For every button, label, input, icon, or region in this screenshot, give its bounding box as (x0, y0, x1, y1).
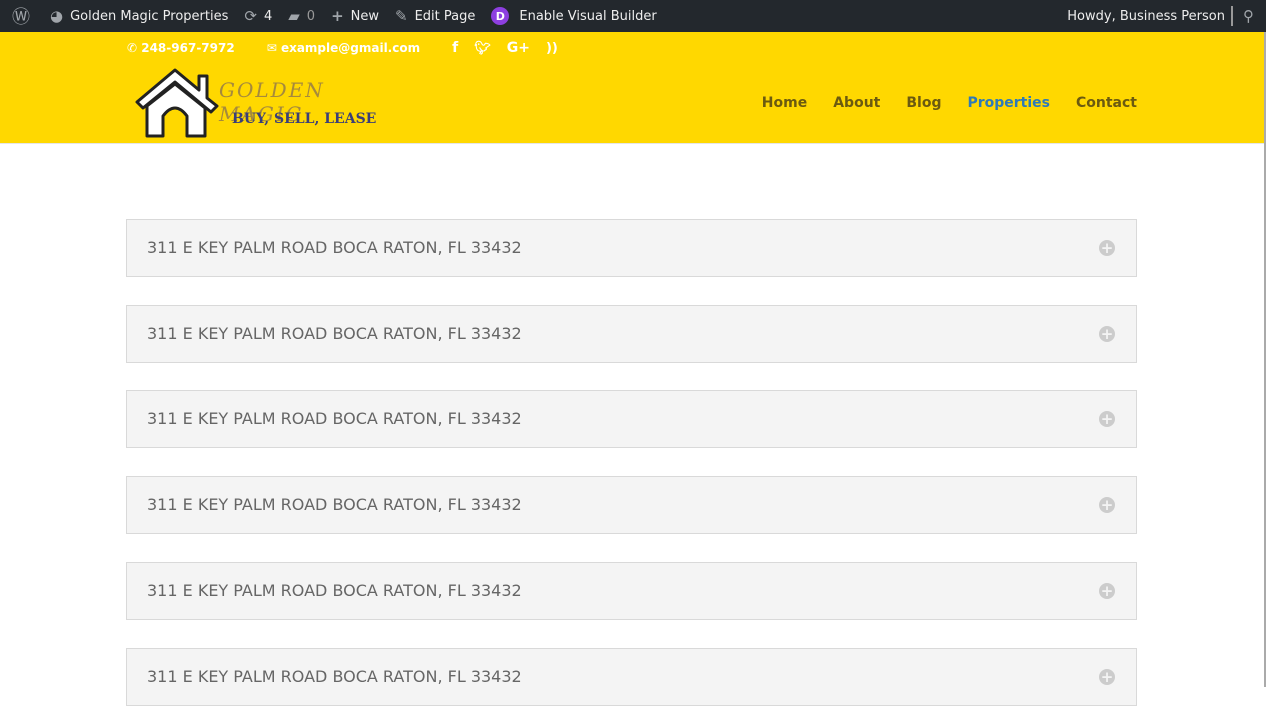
pencil-icon: ✎ (395, 7, 408, 25)
edit-label: Edit Page (414, 8, 476, 24)
site-header: ✆ 248-967-7972 ✉ example@gmail.com f 🐦︎ … (0, 32, 1264, 144)
nav-properties[interactable]: Properties (967, 95, 1050, 111)
accordion-item[interactable]: 311 E KEY PALM ROAD BOCA RATON, FL 33432… (126, 562, 1137, 620)
nav-home[interactable]: Home (762, 95, 807, 111)
phone-number: 248-967-7972 (141, 41, 235, 55)
top-info-bar: ✆ 248-967-7972 ✉ example@gmail.com f 🐦︎ … (127, 40, 574, 56)
facebook-icon[interactable]: f (452, 40, 458, 56)
search-icon[interactable]: ⚲ (1243, 7, 1254, 25)
accordion-item[interactable]: 311 E KEY PALM ROAD BOCA RATON, FL 33432… (126, 476, 1137, 534)
rss-icon[interactable]: )) (546, 41, 558, 56)
new-content-link[interactable]: + New (323, 0, 387, 32)
accordion-title: 311 E KEY PALM ROAD BOCA RATON, FL 33432 (147, 324, 522, 343)
accordion-item[interactable]: 311 E KEY PALM ROAD BOCA RATON, FL 33432… (126, 648, 1137, 706)
comments-link[interactable]: ▰ 0 (280, 0, 323, 32)
my-account-link[interactable]: Howdy, Business Person (1059, 0, 1225, 32)
edit-page-link[interactable]: ✎ Edit Page (387, 0, 483, 32)
accordion-item[interactable]: 311 E KEY PALM ROAD BOCA RATON, FL 33432… (126, 390, 1137, 448)
nav-blog[interactable]: Blog (906, 95, 941, 111)
accordion-title: 311 E KEY PALM ROAD BOCA RATON, FL 33432 (147, 581, 522, 600)
phone-link[interactable]: ✆ 248-967-7972 (127, 41, 251, 55)
accordion-item[interactable]: 311 E KEY PALM ROAD BOCA RATON, FL 33432… (126, 219, 1137, 277)
site-name: Golden Magic Properties (70, 8, 229, 24)
divi-icon: D (491, 7, 510, 25)
plus-circle-icon: + (1099, 239, 1115, 257)
plus-icon: + (331, 7, 344, 25)
wordpress-icon: Ⓦ (12, 7, 30, 28)
accordion-title: 311 E KEY PALM ROAD BOCA RATON, FL 33432 (147, 495, 522, 514)
accordion-title: 311 E KEY PALM ROAD BOCA RATON, FL 33432 (147, 667, 522, 686)
updates-icon: ⟳ (244, 7, 257, 25)
divider (1231, 6, 1233, 26)
wordpress-logo-button[interactable]: Ⓦ (0, 0, 42, 32)
comments-count: 0 (306, 8, 316, 24)
main-nav: Home About Blog Properties Contact (762, 95, 1137, 111)
logo-tagline: BUY, SELL, LEASE (232, 111, 377, 127)
plus-circle-icon: + (1099, 668, 1115, 686)
plus-circle-icon: + (1099, 582, 1115, 600)
plus-circle-icon: + (1099, 496, 1115, 514)
visual-builder-link[interactable]: D Enable Visual Builder (483, 0, 664, 32)
google-plus-icon[interactable]: G+ (507, 40, 530, 56)
accordion-title: 311 E KEY PALM ROAD BOCA RATON, FL 33432 (147, 409, 522, 428)
updates-count: 4 (263, 8, 273, 24)
updates-link[interactable]: ⟳ 4 (236, 0, 280, 32)
email-link[interactable]: ✉ example@gmail.com (267, 41, 436, 55)
site-name-link[interactable]: ◕ Golden Magic Properties (42, 0, 236, 32)
admin-bar: Ⓦ ◕ Golden Magic Properties ⟳ 4 ▰ 0 + New ✎ E… (0, 0, 1266, 32)
comment-icon: ▰ (288, 7, 300, 25)
house-icon (135, 68, 219, 138)
twitter-icon[interactable]: 🐦︎ (474, 41, 491, 56)
accordion-title: 311 E KEY PALM ROAD BOCA RATON, FL 33432 (147, 238, 522, 257)
plus-circle-icon: + (1099, 325, 1115, 343)
visual-label: Enable Visual Builder (519, 8, 657, 24)
accordion-item[interactable]: 311 E KEY PALM ROAD BOCA RATON, FL 33432… (126, 305, 1137, 363)
site-logo[interactable]: GOLDEN MAGIC BUY, SELL, LEASE (133, 68, 413, 138)
nav-contact[interactable]: Contact (1076, 95, 1137, 111)
new-label: New (350, 8, 380, 24)
email-address: example@gmail.com (280, 41, 421, 55)
nav-about[interactable]: About (833, 95, 880, 111)
plus-circle-icon: + (1099, 410, 1115, 428)
dashboard-icon: ◕ (50, 7, 64, 25)
